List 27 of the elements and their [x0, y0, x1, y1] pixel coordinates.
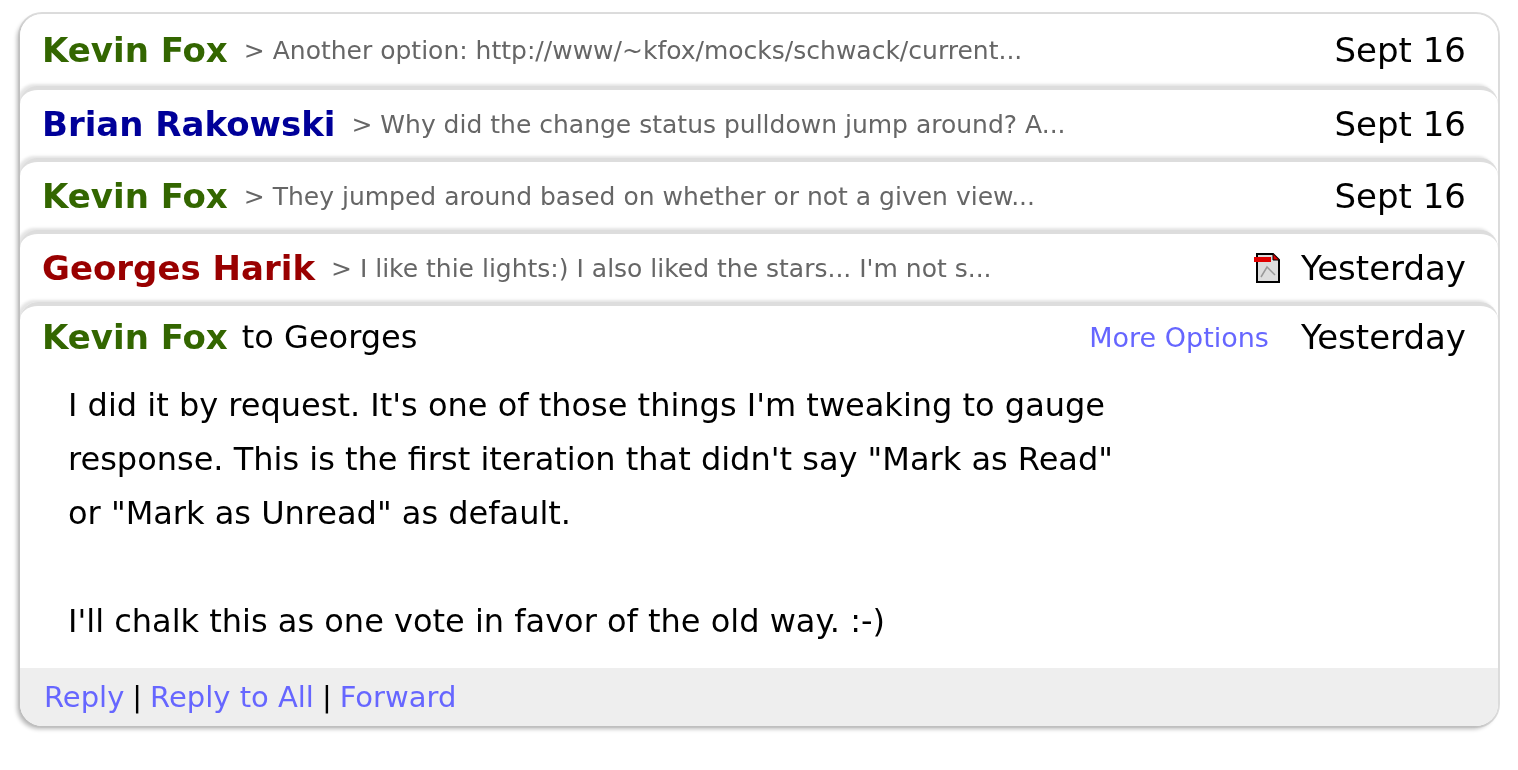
message-body: I'll chalk this as one vote in favor of the old way. :-): [68, 601, 886, 642]
message-date: Sept 16: [1334, 104, 1466, 144]
message-date: Yesterday: [1300, 248, 1466, 288]
message-row[interactable]: Brian Rakowski > Why did the change status pulldown jump around? A... Sept 16: [20, 86, 1498, 158]
message-row[interactable]: Kevin Fox > They jumped around based on whether or not a given view... Sept 16: [20, 158, 1498, 230]
message-snippet: > Another option: http://www/~kfox/mocks/schwack/current...: [243, 35, 1024, 65]
message-snippet: > They jumped around based on whether or not a given view...: [243, 181, 1036, 211]
message-snippet: > Why did the change status pulldown jump around? A...: [351, 109, 1067, 139]
message-date: Yesterday: [1300, 317, 1466, 357]
message-body: I did it by request. It's one of those things I'm tweaking to gauge response. This is the first iteration that didn't say "Mark as Read" or "Mark as Unread" as default.: [68, 385, 1114, 534]
recipient-text: to Georges: [241, 318, 419, 356]
sender-name: Brian Rakowski: [42, 104, 336, 144]
message-row[interactable]: Georges Harik > I like thie lights:) I also liked the stars... I'm not s... Yesterday: [20, 230, 1498, 302]
message-row[interactable]: Kevin Fox > Another option: http://www/~kfox/mocks/schwack/current... Sept 16: [20, 14, 1498, 86]
sender-name: Georges Harik: [42, 248, 315, 288]
action-link[interactable]: Reply: [44, 680, 125, 714]
more-options-link[interactable]: More Options: [1089, 321, 1269, 353]
separator-text: |: [321, 680, 332, 714]
sender-name: Kevin Fox: [42, 317, 228, 357]
action-link[interactable]: Forward: [339, 680, 457, 714]
sender-name: Kevin Fox: [42, 30, 228, 70]
action-link[interactable]: Reply to All: [150, 680, 314, 714]
message-date: Sept 16: [1334, 30, 1466, 70]
sender-name: Kevin Fox: [42, 176, 228, 216]
message-snippet: > I like thie lights:) I also liked the stars... I'm not s...: [331, 253, 993, 283]
message-date: Sept 16: [1334, 176, 1466, 216]
separator-text: |: [132, 680, 143, 714]
